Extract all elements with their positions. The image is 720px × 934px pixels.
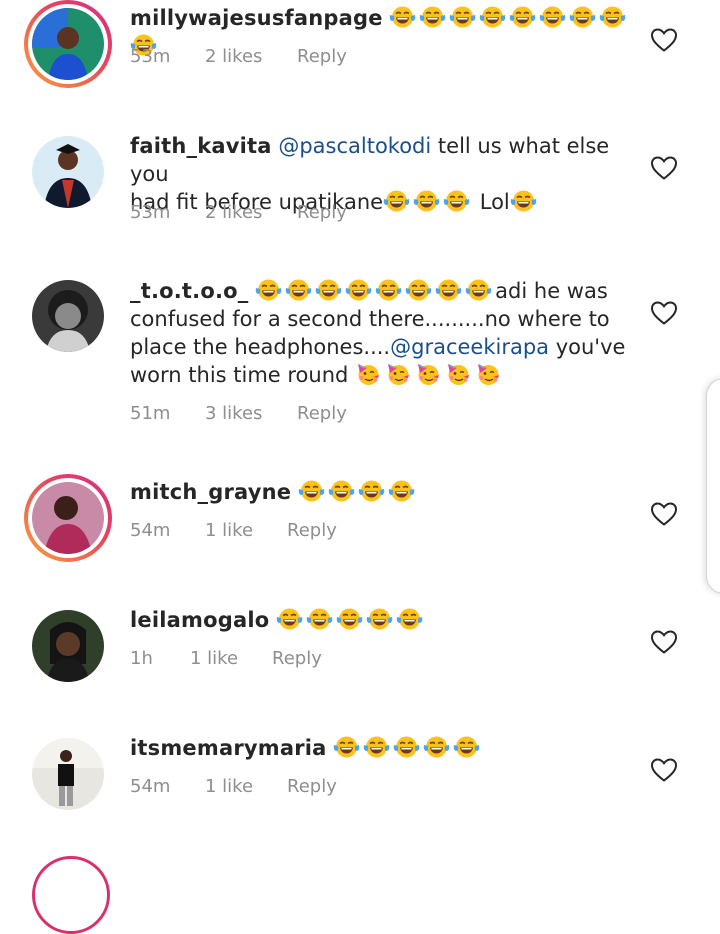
likes-count[interactable]: 1 like xyxy=(205,776,253,797)
timestamp: 53m xyxy=(130,46,171,67)
face-with-tears-of-joy-icon xyxy=(345,278,372,302)
heart-icon[interactable] xyxy=(650,300,678,326)
face-with-tears-of-joy-icon xyxy=(328,479,355,503)
avatar[interactable] xyxy=(32,610,104,682)
likes-count[interactable]: 2 likes xyxy=(205,202,262,223)
face-with-tears-of-joy-icon xyxy=(375,278,402,302)
face-with-tears-of-joy-icon xyxy=(276,607,303,631)
timestamp: 54m xyxy=(130,520,171,541)
reply-button[interactable]: Reply xyxy=(287,776,337,797)
face-with-tears-of-joy-icon xyxy=(285,278,312,302)
avatar[interactable] xyxy=(32,280,104,352)
face-with-tears-of-joy-icon xyxy=(306,607,333,631)
comment-text: confused for a second there.........no w… xyxy=(130,307,610,331)
comment-text: adi he was xyxy=(495,279,608,303)
face-with-tears-of-joy-icon xyxy=(389,5,416,29)
mention-link[interactable]: @graceekirapa xyxy=(390,335,549,359)
face-with-tears-of-joy-icon xyxy=(423,735,450,759)
face-with-tears-of-joy-icon xyxy=(298,479,325,503)
reply-button[interactable]: Reply xyxy=(272,648,322,669)
face-with-tears-of-joy-icon xyxy=(255,278,282,302)
heart-icon[interactable] xyxy=(650,629,678,655)
timestamp: 53m xyxy=(130,202,171,223)
face-with-tears-of-joy-icon xyxy=(396,607,423,631)
face-with-tears-of-joy-icon xyxy=(539,5,566,29)
timestamp: 51m xyxy=(130,403,171,424)
avatar-story-ring[interactable] xyxy=(32,856,110,934)
face-with-tears-of-joy-icon xyxy=(510,189,537,213)
partying-face-icon xyxy=(355,362,382,386)
face-with-tears-of-joy-icon xyxy=(366,607,393,631)
reply-button[interactable]: Reply xyxy=(297,46,347,67)
avatar[interactable] xyxy=(32,482,104,554)
heart-icon[interactable] xyxy=(650,27,678,53)
heart-icon[interactable] xyxy=(650,757,678,783)
avatar-story-ring[interactable] xyxy=(24,0,112,88)
face-with-tears-of-joy-icon xyxy=(479,5,506,29)
likes-count[interactable]: 1 like xyxy=(190,648,238,669)
comment-text: you've xyxy=(555,335,626,359)
face-with-tears-of-joy-icon xyxy=(413,189,440,213)
partying-face-icon xyxy=(445,362,472,386)
face-with-tears-of-joy-icon xyxy=(315,278,342,302)
face-with-tears-of-joy-icon xyxy=(453,735,480,759)
username[interactable]: itsmemarymaria xyxy=(130,736,327,760)
avatar[interactable] xyxy=(32,136,104,208)
likes-count[interactable]: 3 likes xyxy=(205,403,262,424)
face-with-tears-of-joy-icon xyxy=(363,735,390,759)
face-with-tears-of-joy-icon xyxy=(435,278,462,302)
comment-text: Lol xyxy=(479,190,510,214)
heart-icon[interactable] xyxy=(650,155,678,181)
face-with-tears-of-joy-icon xyxy=(358,479,385,503)
face-with-tears-of-joy-icon xyxy=(405,278,432,302)
partying-face-icon xyxy=(415,362,442,386)
face-with-tears-of-joy-icon xyxy=(465,278,492,302)
partying-face-icon xyxy=(475,362,502,386)
avatar-story-ring[interactable] xyxy=(24,474,112,562)
face-with-tears-of-joy-icon xyxy=(569,5,596,29)
username[interactable]: _t.o.t.o.o_ xyxy=(130,279,248,303)
face-with-tears-of-joy-icon xyxy=(443,189,470,213)
face-with-tears-of-joy-icon xyxy=(383,189,410,213)
reply-button[interactable]: Reply xyxy=(287,520,337,541)
face-with-tears-of-joy-icon xyxy=(393,735,420,759)
comment-text: place the headphones.... xyxy=(130,335,391,359)
face-with-tears-of-joy-icon xyxy=(419,5,446,29)
username[interactable]: leilamogalo xyxy=(130,608,269,632)
avatar[interactable] xyxy=(32,738,104,810)
partying-face-icon xyxy=(385,362,412,386)
heart-icon[interactable] xyxy=(650,501,678,527)
reply-button[interactable]: Reply xyxy=(297,202,347,223)
face-with-tears-of-joy-icon xyxy=(509,5,536,29)
likes-count[interactable]: 2 likes xyxy=(205,46,262,67)
face-with-tears-of-joy-icon xyxy=(449,5,476,29)
face-with-tears-of-joy-icon xyxy=(388,479,415,503)
likes-count[interactable]: 1 like xyxy=(205,520,253,541)
timestamp: 1h xyxy=(130,648,153,669)
side-panel-edge[interactable] xyxy=(706,378,720,594)
reply-button[interactable]: Reply xyxy=(297,403,347,424)
username[interactable]: millywajesusfanpage xyxy=(130,6,383,30)
timestamp: 54m xyxy=(130,776,171,797)
face-with-tears-of-joy-icon xyxy=(599,5,626,29)
face-with-tears-of-joy-icon xyxy=(336,607,363,631)
comment-text: worn this time round xyxy=(130,363,349,387)
username[interactable]: faith_kavita xyxy=(130,134,272,158)
mention-link[interactable]: @pascaltokodi xyxy=(278,134,431,158)
avatar[interactable] xyxy=(32,8,104,80)
face-with-tears-of-joy-icon xyxy=(333,735,360,759)
username[interactable]: mitch_grayne xyxy=(130,480,291,504)
